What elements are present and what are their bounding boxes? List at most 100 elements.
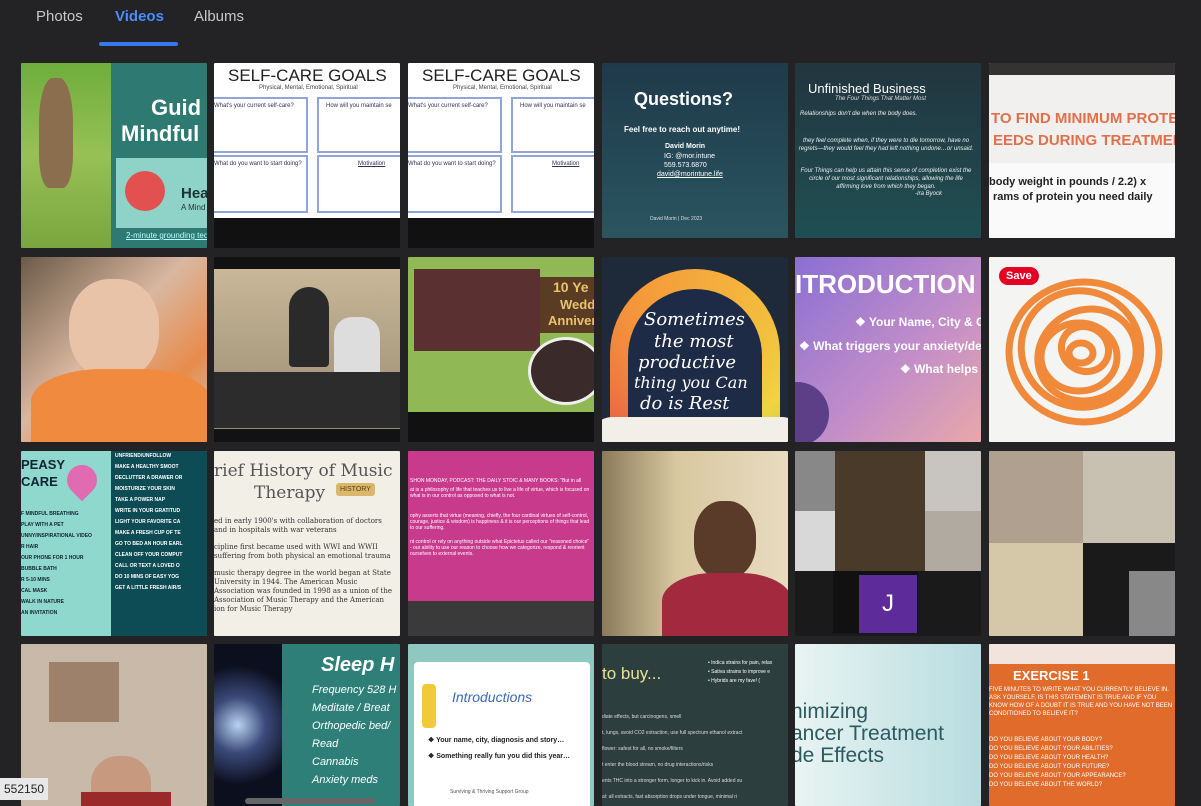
participant-video [795,511,835,571]
checklist-item: DECLUTTER A DRAWER OR [115,475,183,481]
quote-line: the most [654,331,734,352]
checklist-item: CLEAN OFF YOUR COMPUT [115,552,183,558]
sleep-tip: Meditate / Breat [312,702,390,714]
slide-text: ents THC into a stronger form, longer to… [602,778,743,784]
slide-subtitle: Physical, Mental, Emotional, Spiritual [453,85,552,91]
video-thumbnail-anniversary[interactable]: 10 Ye Wedd Anniver [408,257,594,442]
checklist-item: WRITE IN YOUR GRATITUD [115,508,181,514]
checklist-item: R 5-10 MINS [21,577,50,583]
video-thumbnail-man-home[interactable] [21,644,207,806]
slide-title-2: Mindful [121,121,200,146]
exercise-question: DO YOU BELIEVE ABOUT YOUR HEALTH? [989,755,1109,761]
participant-video [1129,571,1175,636]
video-thumbnail-scribble[interactable]: Save [989,257,1175,442]
slide-bullet: ❖ What helps [900,362,979,376]
exercise-question: DO YOU BELIEVE ABOUT YOUR ABILITIES? [989,746,1113,752]
sleep-tip: Orthopedic bed/ [312,720,391,732]
tab-albums[interactable]: Albums [194,8,244,25]
participant-video [925,451,981,511]
box-label: What do you want to start doing? [214,161,302,167]
quote-line: Sometimes [644,309,745,330]
video-thumbnail-easy-self-care[interactable]: PEASY CARE F MINDFUL BREATHING PLAY WITH … [21,451,207,636]
slide-text: t enter the blood stream, no drug intera… [602,762,714,768]
slide-subtitle-2: A Mind [181,203,206,212]
box-label: How will you maintain se [520,103,586,109]
video-thumbnail-questions[interactable]: Questions? Feel free to reach out anytim… [602,63,788,238]
presenter-instagram: IG: @mor.intune [664,153,716,160]
shirt-shape [81,792,171,806]
video-thumbnail-stoic[interactable]: SHON MONDAY, PODCAST: THE DAILY STOIC & … [408,451,594,636]
video-thumbnail-self-care-goals-2[interactable]: SELF-CARE GOALS Physical, Mental, Emotio… [408,63,594,248]
checklist-item: AN INVITATION [21,610,58,616]
slide-footer: David Morin | Dec 2023 [650,216,703,222]
box-label: What do you want to start doing? [408,161,496,167]
slide-title-3: de Effects [795,744,885,767]
slide-subtitle: The Four Things That Matter Most [835,96,927,102]
video-thumbnail-sleep-hygiene[interactable]: Sleep H Frequency 528 H Meditate / Breat O… [214,644,400,806]
box-label: What's your current self-care? [214,103,294,109]
video-thumbnail-grounding[interactable]: Guid Mindful Hea A Mind 2-minute groundi… [21,63,207,248]
video-thumbnail-zoom-call-2[interactable] [989,451,1175,636]
horizontal-scrollbar[interactable] [245,798,375,804]
slide-subtitle: Hea [181,185,207,202]
video-thumbnail-introductions[interactable]: Introductions ❖ Your name, city, diagnos… [408,644,594,806]
face-shape [69,279,159,379]
history-magnifier-icon: HISTORY [336,483,375,496]
checklist-item: WALK IN NATURE [21,599,64,605]
video-thumbnail-self-care-goals-1[interactable]: SELF-CARE GOALS Physical, Mental, Emotio… [214,63,400,248]
slide-text: al: all extracts, fast absorption drops … [602,794,738,800]
video-thumbnail-rest-quote[interactable]: Sometimes the most productive thing you … [602,257,788,442]
checklist-item: LIGHT YOUR FAVORITE CA [115,519,181,525]
slide-bullet: • Hybrids are my fave! ( [708,678,761,684]
tab-videos[interactable]: Videos [115,8,164,25]
participant-video [795,451,835,511]
slide-subtitle: Physical, Mental, Emotional, Spiritual [259,85,358,91]
slide-title: PEASY [21,457,66,472]
presenter-email: david@morintune.life [657,171,723,178]
face-shape [694,501,756,579]
checklist-item: BUBBLE BATH [21,566,57,572]
slide-paragraph: nt control or rely on anything outside w… [410,539,590,557]
slide-title: Sleep H [321,654,395,676]
slide-title-2: Therapy [254,483,326,503]
checklist-item: UNNY/INSPIRATIONAL VIDEO [21,533,92,539]
sleep-tip: Frequency 528 H [312,684,397,696]
slide-title-3: Anniver [548,313,594,328]
exercise-questions: DO YOU BELIEVE ABOUT YOUR BODY? DO YOU BE… [989,737,1126,791]
video-thumbnail-unfinished-business[interactable]: Unfinished Business The Four Things That… [795,63,981,238]
slide-bullet: ❖ What triggers your anxiety/de [799,339,981,353]
slide-quote: Four Things can help us attain this sens… [800,168,972,190]
table-shape [214,372,400,428]
checklist-item: UNFRIEND/UNFOLLOW [115,453,172,459]
video-thumbnail-woman-glasses[interactable] [602,451,788,636]
video-thumbnail-treatment-side-effects[interactable]: nimizing ancer Treatment de Effects [795,644,981,806]
checklist-item: CAL MASK [21,588,48,594]
save-button[interactable]: Save [999,267,1039,285]
slide-title: Introductions [452,689,533,705]
quote-author: -Ira Byock [915,191,943,197]
video-thumbnail-protein[interactable]: TO FIND MINIMUM PROTEIN EEDS DURING TREA… [989,63,1175,238]
video-thumbnail-music-therapy-history[interactable]: rief History of Music Therapy HISTORY ed… [214,451,400,636]
participant-video [989,543,1083,636]
box-label: Motivation [552,161,580,167]
sleep-tip: Anxiety meds [312,774,379,786]
tab-photos[interactable]: Photos [36,8,83,25]
video-thumbnail-child[interactable] [21,257,207,442]
box-label: How will you maintain se [326,103,392,109]
video-thumbnail-exercise-1[interactable]: EXERCISE 1 FIVE MINUTES TO WRITE WHAT YO… [989,644,1175,806]
slide-title: TO FIND MINIMUM PROTEIN [991,110,1175,127]
planet-shape [795,382,829,442]
slide-heading: SHON MONDAY, PODCAST: THE DAILY STOIC & … [410,478,582,484]
box-label: Motivation [358,161,386,167]
video-thumbnail-cannabis-guide[interactable]: to buy... • Indica strains for pain, rel… [602,644,788,806]
video-thumbnail-zoom-call[interactable]: J [795,451,981,636]
sleep-tip: Cannabis [312,756,359,768]
top-band [989,644,1175,664]
checklist-item: MOISTURIZE YOUR SKIN [115,486,175,492]
photo [414,269,540,351]
slide-text: Feel free to reach out anytime! [624,125,741,134]
participant-video [989,451,1083,543]
video-thumbnail-music-session[interactable] [214,257,400,442]
slide-text: diate effects, but carcinogens, smell [602,714,682,720]
video-thumbnail-introduction[interactable]: ITRODUCTION ❖ Your Name, City & C ❖ What… [795,257,981,442]
